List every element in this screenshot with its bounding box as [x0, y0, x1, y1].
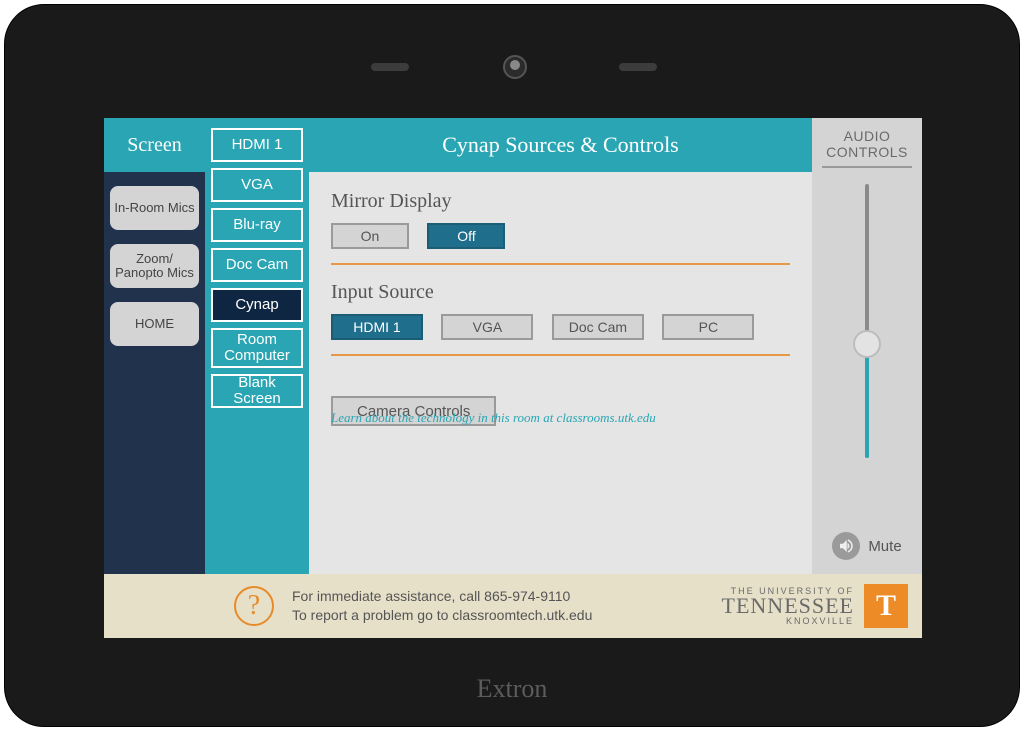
- source-room-computer[interactable]: Room Computer: [211, 328, 303, 368]
- ut-line3: KNOXVILLE: [722, 616, 854, 626]
- speaker-grill-right: [619, 63, 657, 71]
- input-source-label: Input Source: [331, 281, 790, 304]
- main-panel: Cynap Sources & Controls Mirror Display …: [309, 118, 812, 574]
- mirror-on-button[interactable]: On: [331, 223, 409, 249]
- input-hdmi1-button[interactable]: HDMI 1: [331, 314, 423, 340]
- audio-panel: AUDIO CONTROLS Mute: [812, 118, 922, 574]
- mirror-off-button[interactable]: Off: [427, 223, 505, 249]
- input-doccam-button[interactable]: Doc Cam: [552, 314, 644, 340]
- university-logo: THE UNIVERSITY OF TENNESSEE KNOXVILLE T: [722, 584, 908, 628]
- source-cynap[interactable]: Cynap: [211, 288, 303, 322]
- main-title: Cynap Sources & Controls: [309, 118, 812, 172]
- learn-more-text: Learn about the technology in this room …: [331, 410, 656, 426]
- slider-thumb[interactable]: [853, 330, 881, 358]
- source-vga[interactable]: VGA: [211, 168, 303, 202]
- input-pc-button[interactable]: PC: [662, 314, 754, 340]
- nav-home[interactable]: HOME: [110, 302, 199, 346]
- source-bluray[interactable]: Blu-ray: [211, 208, 303, 242]
- divider: [331, 263, 790, 265]
- audio-title: AUDIO CONTROLS: [822, 118, 912, 168]
- divider: [331, 354, 790, 356]
- ut-t-mark: T: [864, 584, 908, 628]
- mute-button[interactable]: Mute: [812, 532, 922, 560]
- speaker-grill-left: [371, 63, 409, 71]
- help-text: For immediate assistance, call 865-974-9…: [292, 587, 592, 625]
- mute-label: Mute: [868, 538, 901, 555]
- help-line-1: For immediate assistance, call 865-974-9…: [292, 587, 592, 606]
- footer-bar: ? For immediate assistance, call 865-974…: [104, 574, 922, 638]
- ut-line2: TENNESSEE: [722, 596, 854, 617]
- source-blank-screen[interactable]: Blank Screen: [211, 374, 303, 408]
- help-line-2: To report a problem go to classroomtech.…: [292, 606, 592, 625]
- nav-zoom-panopto-mics[interactable]: Zoom/ Panopto Mics: [110, 244, 199, 288]
- device-brand-label: Extron: [5, 674, 1019, 704]
- input-vga-button[interactable]: VGA: [441, 314, 533, 340]
- volume-slider[interactable]: [847, 184, 887, 458]
- source-doccam[interactable]: Doc Cam: [211, 248, 303, 282]
- front-camera: [503, 55, 527, 79]
- source-column: HDMI 1 VGA Blu-ray Doc Cam Cynap Room Co…: [205, 118, 309, 638]
- source-hdmi1[interactable]: HDMI 1: [211, 128, 303, 162]
- help-icon: ?: [234, 586, 274, 626]
- nav-in-room-mics[interactable]: In-Room Mics: [110, 186, 199, 230]
- speaker-icon: [832, 532, 860, 560]
- left-nav-column: Screen In-Room Mics Zoom/ Panopto Mics H…: [104, 118, 205, 638]
- mirror-display-label: Mirror Display: [331, 190, 790, 213]
- touch-screen: Screen In-Room Mics Zoom/ Panopto Mics H…: [104, 118, 922, 638]
- screen-header: Screen: [104, 118, 205, 172]
- tablet-bezel: Extron Screen In-Room Mics Zoom/ Panopto…: [4, 4, 1020, 727]
